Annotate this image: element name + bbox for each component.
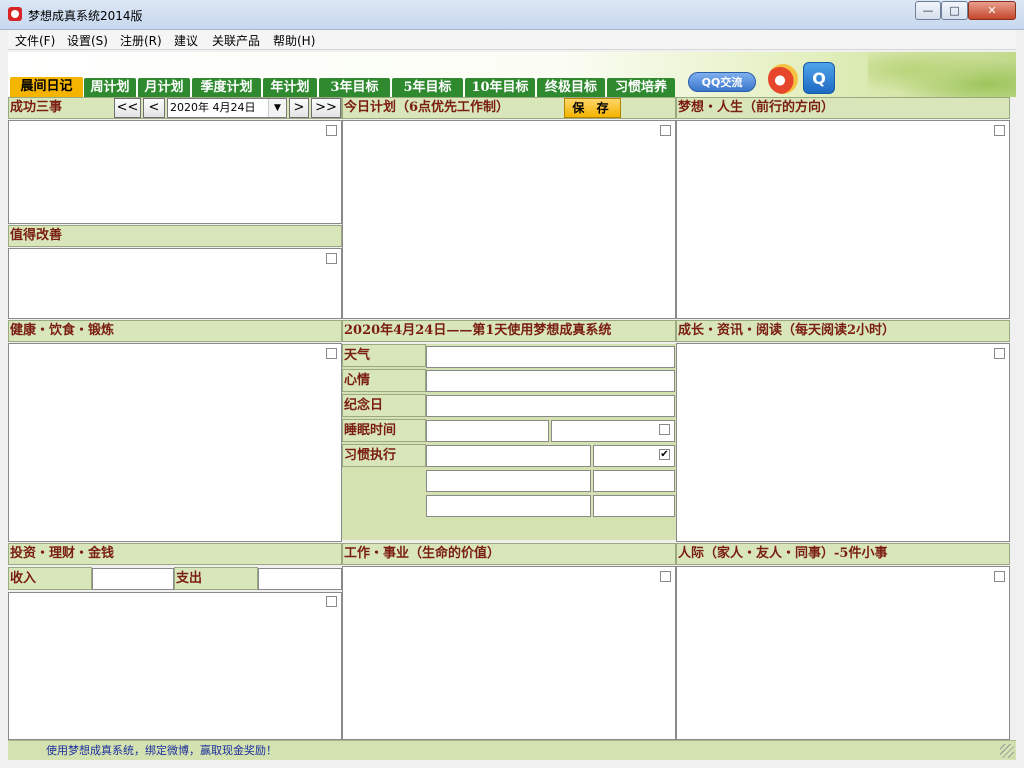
invest-header: 投资・理财・金钱: [8, 543, 342, 565]
save-button[interactable]: 保 存: [564, 98, 621, 118]
anniversary-label: 纪念日: [342, 394, 426, 417]
maximize-button[interactable]: □: [941, 1, 968, 20]
tab-5year-goal[interactable]: 5年目标: [392, 78, 463, 97]
qq-weibo-icon[interactable]: Q: [803, 62, 835, 94]
sleep-end-input[interactable]: [551, 420, 675, 442]
success-checkbox[interactable]: [326, 125, 337, 136]
tab-ultimate-goal[interactable]: 终极目标: [537, 78, 605, 97]
status-link[interactable]: 使用梦想成真系统，绑定微博，赢取现金奖励！: [46, 742, 277, 758]
improve-textarea[interactable]: [8, 248, 342, 319]
growth-header: 成长・资讯・阅读（每天阅读2小时）: [676, 320, 1010, 342]
tab-week-plan[interactable]: 周计划: [84, 78, 136, 97]
menu-settings[interactable]: 设置(S): [67, 32, 108, 49]
dream-textarea[interactable]: [676, 120, 1010, 319]
title-bar: [0, 0, 1024, 30]
date-first-button[interactable]: <<: [114, 98, 141, 118]
weather-label: 天气: [342, 344, 426, 367]
window-title: 梦想成真系统2014版: [28, 9, 143, 23]
menu-help[interactable]: 帮助(H): [273, 32, 315, 49]
invest-checkbox[interactable]: [326, 596, 337, 607]
dream-checkbox[interactable]: [994, 125, 1005, 136]
tab-10year-goal[interactable]: 10年目标: [465, 78, 535, 97]
people-textarea[interactable]: [676, 566, 1010, 740]
minimize-button[interactable]: —: [915, 1, 941, 20]
close-button[interactable]: ✕: [968, 1, 1016, 20]
menu-register[interactable]: 注册(R): [120, 32, 162, 49]
work-checkbox[interactable]: [660, 571, 671, 582]
people-header: 人际（家人・友人・同事）-5件小事: [676, 543, 1010, 565]
resize-grip-icon[interactable]: [1000, 744, 1014, 758]
qq-group-button[interactable]: QQ交流: [688, 72, 756, 92]
tab-quarter-plan[interactable]: 季度计划: [192, 78, 261, 97]
chevron-down-icon[interactable]: ▼: [268, 99, 286, 117]
success-textarea[interactable]: [8, 120, 342, 224]
tab-year-plan[interactable]: 年计划: [263, 78, 317, 97]
menu-suggest[interactable]: 建议: [174, 32, 198, 49]
income-input[interactable]: [92, 568, 174, 590]
tab-habit[interactable]: 习惯培养: [607, 78, 675, 97]
mood-input[interactable]: [426, 370, 675, 392]
improve-checkbox[interactable]: [326, 253, 337, 264]
growth-textarea[interactable]: [676, 343, 1010, 542]
health-checkbox[interactable]: [326, 348, 337, 359]
habit-value-3[interactable]: [593, 495, 675, 517]
anniversary-input[interactable]: [426, 395, 675, 417]
habit-input-1[interactable]: [426, 445, 591, 467]
people-checkbox[interactable]: [994, 571, 1005, 582]
weibo-icon[interactable]: [768, 64, 798, 94]
weather-input[interactable]: [426, 346, 675, 368]
work-header: 工作・事业（生命的价值）: [342, 543, 676, 565]
habit-checkbox[interactable]: ✔: [659, 449, 670, 460]
habit-value-2[interactable]: [593, 470, 675, 492]
menu-file[interactable]: 文件(F): [15, 32, 55, 49]
leaf-decoration: [868, 52, 1016, 97]
sleep-checkbox[interactable]: [659, 424, 670, 435]
income-label: 收入: [8, 567, 92, 590]
today-plan-checkbox[interactable]: [660, 125, 671, 136]
health-textarea[interactable]: [8, 343, 342, 542]
menu-related-products[interactable]: 关联产品: [212, 32, 260, 49]
expense-input[interactable]: [258, 568, 342, 590]
date-next-button[interactable]: >: [289, 98, 309, 118]
today-plan-textarea[interactable]: [342, 120, 676, 319]
diary-header: 2020年4月24日——第1天使用梦想成真系统: [342, 320, 676, 342]
invest-textarea[interactable]: [8, 592, 342, 740]
health-header: 健康・饮食・锻炼: [8, 320, 342, 342]
habit-input-2[interactable]: [426, 470, 591, 492]
today-plan-header: 今日计划（6点优先工作制）: [342, 97, 676, 119]
tab-month-plan[interactable]: 月计划: [138, 78, 190, 97]
work-textarea[interactable]: [342, 566, 676, 740]
sleep-start-input[interactable]: [426, 420, 549, 442]
date-prev-button[interactable]: <: [143, 98, 165, 118]
dream-header: 梦想・人生（前行的方向）: [676, 97, 1010, 119]
sleep-label: 睡眠时间: [342, 419, 426, 442]
habit-input-3[interactable]: [426, 495, 591, 517]
tab-3year-goal[interactable]: 3年目标: [319, 78, 390, 97]
mood-label: 心情: [342, 369, 426, 392]
improve-header: 值得改善: [8, 225, 342, 247]
growth-checkbox[interactable]: [994, 348, 1005, 359]
habit-label: 习惯执行: [342, 444, 426, 467]
tab-morning-diary[interactable]: 晨间日记: [10, 77, 83, 97]
date-last-button[interactable]: >>: [311, 98, 341, 118]
app-icon: [8, 7, 22, 21]
expense-label: 支出: [174, 567, 258, 590]
